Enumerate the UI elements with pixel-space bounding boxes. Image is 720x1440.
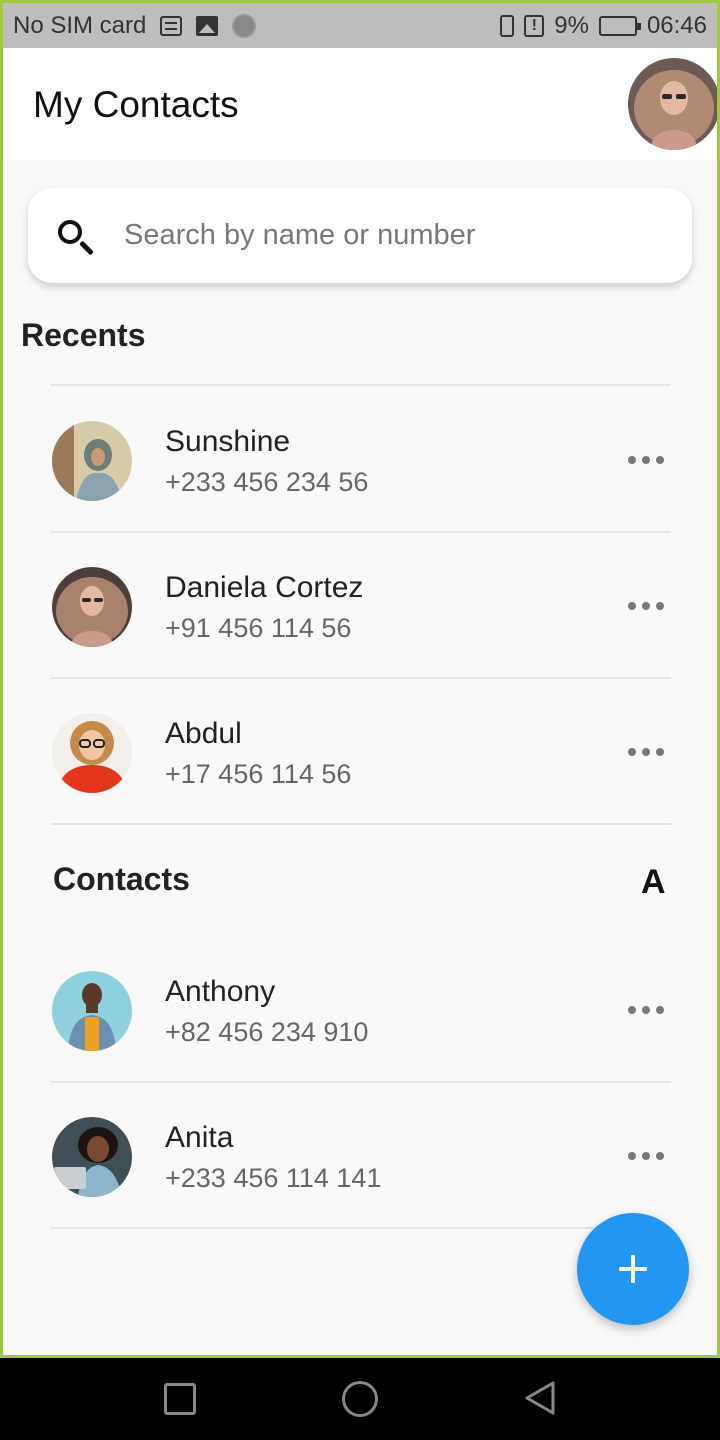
more-options-icon[interactable] <box>621 593 671 619</box>
back-button[interactable] <box>522 1380 558 1416</box>
contact-row[interactable]: Anita +233 456 114 141 <box>3 1083 717 1227</box>
contacts-heading: Contacts <box>53 861 190 897</box>
contact-avatar <box>52 567 132 647</box>
recent-contact-row[interactable]: Abdul +17 456 114 56 <box>3 679 717 823</box>
carrier-text: No SIM card <box>13 11 147 39</box>
search-input[interactable] <box>124 210 664 260</box>
vibrate-icon <box>500 14 515 37</box>
more-options-icon[interactable] <box>621 997 671 1023</box>
contact-avatar <box>52 1117 132 1197</box>
divider <box>51 823 671 825</box>
image-icon <box>196 15 219 36</box>
app-bar: My Contacts <box>3 48 717 160</box>
divider <box>51 1227 671 1229</box>
contact-avatar <box>52 421 132 501</box>
contact-name: Sunshine <box>165 425 291 458</box>
message-icon <box>160 15 183 36</box>
clock: 06:46 <box>646 11 707 39</box>
contact-name: Anita <box>165 1121 234 1154</box>
battery-icon <box>598 15 641 36</box>
alert-icon: ! <box>524 14 545 37</box>
more-options-icon[interactable] <box>621 1143 671 1169</box>
contact-name: Abdul <box>165 717 242 750</box>
recent-contact-row[interactable]: Sunshine +233 456 234 56 <box>3 387 717 531</box>
divider <box>51 384 671 386</box>
contact-avatar <box>52 971 132 1051</box>
home-button[interactable] <box>342 1381 378 1417</box>
alphabet-index-letter: A <box>641 863 666 901</box>
contact-phone: +233 456 114 141 <box>165 1163 382 1193</box>
page-title: My Contacts <box>33 84 239 125</box>
battery-percent: 9% <box>554 11 589 39</box>
app-frame: No SIM card ! 9% 06:46 My Contacts Searc… <box>0 0 720 1358</box>
recent-apps-button[interactable] <box>164 1383 196 1415</box>
contact-phone: +17 456 114 56 <box>165 759 352 789</box>
more-options-icon[interactable] <box>621 447 671 473</box>
more-options-icon[interactable] <box>621 739 671 765</box>
recent-contact-row[interactable]: Daniela Cortez +91 456 114 56 <box>3 533 717 677</box>
contact-name: Daniela Cortez <box>165 571 364 604</box>
profile-avatar[interactable] <box>628 58 717 150</box>
contact-phone: +82 456 234 910 <box>165 1017 369 1047</box>
contact-phone: +91 456 114 56 <box>165 613 352 643</box>
search-icon <box>58 220 82 244</box>
system-navigation-bar <box>0 1358 720 1440</box>
sync-icon <box>232 13 257 38</box>
add-contact-button[interactable] <box>577 1213 689 1325</box>
contact-phone: +233 456 234 56 <box>165 467 369 497</box>
recents-heading: Recents <box>21 317 146 353</box>
search-bar[interactable] <box>28 188 692 283</box>
contact-avatar <box>52 713 132 793</box>
contact-name: Anthony <box>165 975 276 1008</box>
status-bar: No SIM card ! 9% 06:46 <box>3 3 717 48</box>
contact-row[interactable]: Anthony +82 456 234 910 <box>3 937 717 1081</box>
